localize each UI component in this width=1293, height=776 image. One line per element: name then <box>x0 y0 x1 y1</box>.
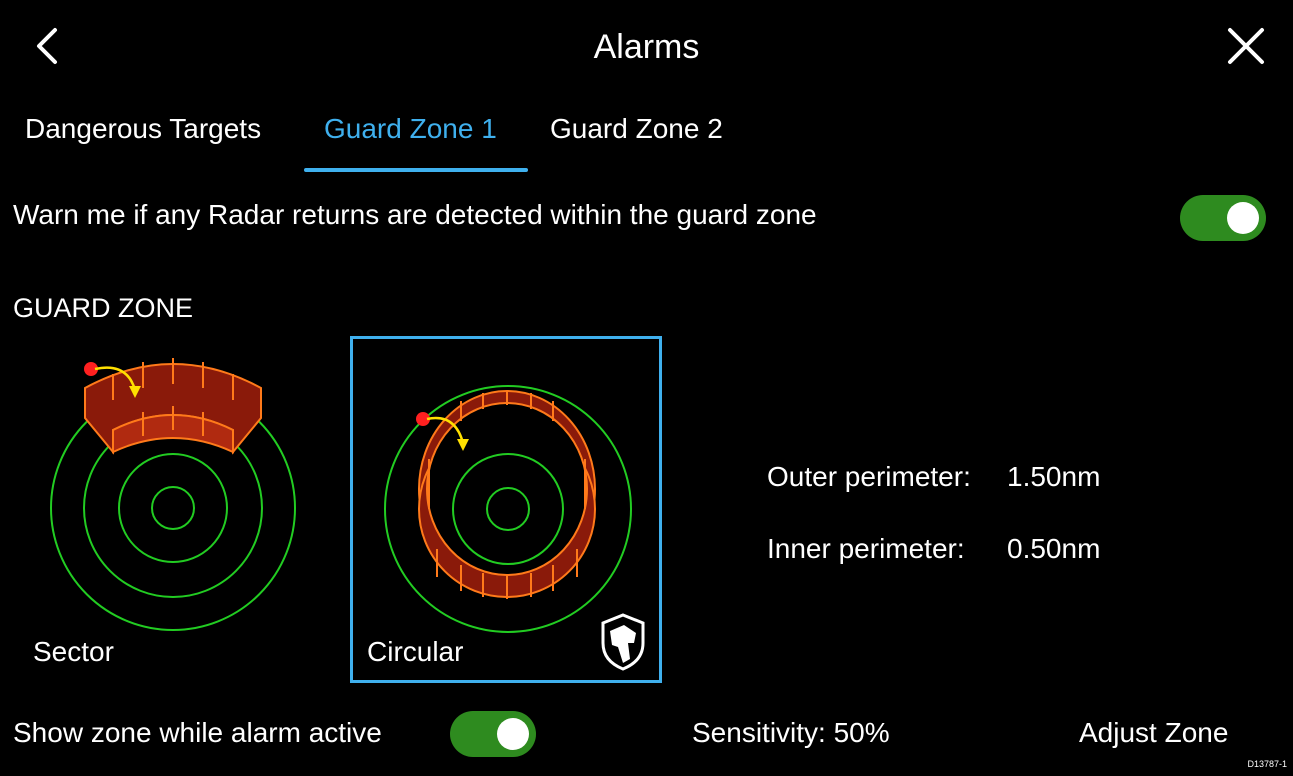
circular-label: Circular <box>367 636 464 667</box>
warn-label: Warn me if any Radar returns are detecte… <box>13 199 817 230</box>
inner-perimeter-label: Inner perimeter: <box>767 533 965 564</box>
toggle-knob <box>497 718 529 750</box>
page-title: Alarms <box>593 28 700 66</box>
dog-shield-icon <box>601 613 645 671</box>
close-button[interactable] <box>1216 16 1276 76</box>
tab-guard-zone-1[interactable]: Guard Zone 1 <box>324 113 497 145</box>
guard-zone-section-title: GUARD ZONE <box>13 293 194 323</box>
sector-option[interactable]: Sector <box>15 340 315 680</box>
circular-zone-icon <box>384 385 632 633</box>
sector-zone-icon <box>50 358 296 631</box>
tab-guard-zone-2[interactable]: Guard Zone 2 <box>550 113 723 145</box>
warn-toggle[interactable] <box>1180 195 1266 241</box>
active-tab-indicator <box>304 168 528 172</box>
show-zone-label: Show zone while alarm active <box>13 717 382 748</box>
sector-label: Sector <box>33 636 114 667</box>
reference-code: D13787-1 <box>1247 759 1287 769</box>
outer-perimeter-label: Outer perimeter: <box>767 461 971 492</box>
close-icon <box>1228 28 1264 64</box>
outer-perimeter-value[interactable]: 1.50nm <box>1007 461 1100 493</box>
toggle-knob <box>1227 202 1259 234</box>
sensitivity-button[interactable]: Sensitivity: 50% <box>692 717 890 749</box>
inner-perimeter-value[interactable]: 0.50nm <box>1007 533 1100 565</box>
show-zone-toggle[interactable] <box>450 711 536 757</box>
circular-option[interactable]: Circular <box>353 339 659 680</box>
adjust-zone-button[interactable]: Adjust Zone <box>1079 717 1228 749</box>
tab-dangerous-targets[interactable]: Dangerous Targets <box>25 113 261 145</box>
